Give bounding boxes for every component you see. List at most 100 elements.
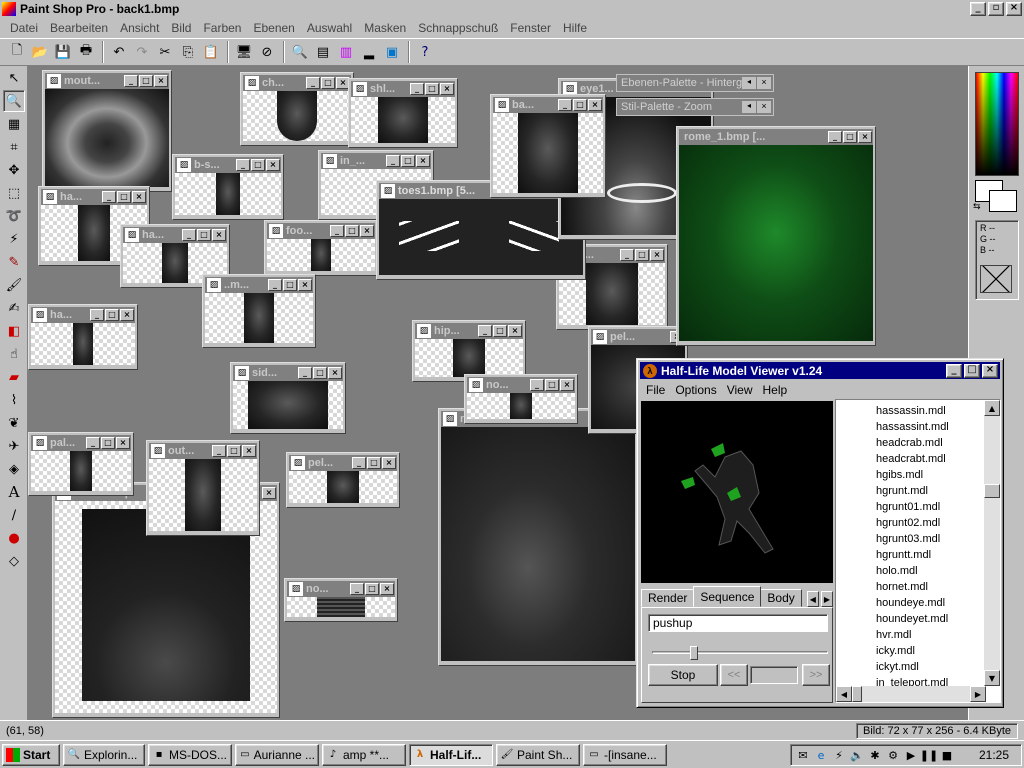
maximize-button[interactable]: □: [227, 445, 241, 457]
model-list[interactable]: hassassin.mdl hassassint.mdl headcrab.md…: [835, 399, 1001, 703]
airbrush-tool-icon[interactable]: ✈: [3, 435, 25, 457]
color-replacer-icon[interactable]: ◧: [3, 320, 25, 342]
image-window[interactable]: ▨ no... _ □ ×: [464, 374, 578, 424]
maximize-button[interactable]: □: [139, 75, 153, 87]
retouch-tool-icon[interactable]: ☝: [3, 343, 25, 365]
image-window[interactable]: ▨ ..m... _ □ ×: [202, 274, 316, 348]
scroll-down-icon[interactable]: ▼: [984, 670, 1000, 686]
minimize-button[interactable]: _: [330, 225, 344, 237]
color-palette-icon[interactable]: ▥: [335, 41, 357, 63]
image-window[interactable]: ▨ ba... _ □ ×: [490, 94, 606, 198]
list-item[interactable]: hvr.mdl: [836, 627, 986, 643]
close-button[interactable]: ×: [858, 131, 872, 143]
layers-palette[interactable]: Ebenen-Palette - Hintergr... ◂ ×: [616, 74, 774, 92]
close-button[interactable]: ×: [132, 191, 146, 203]
close-button[interactable]: ×: [298, 279, 312, 291]
menu-bearbeiten[interactable]: Bearbeiten: [44, 21, 114, 35]
list-item[interactable]: hgibs.mdl: [836, 467, 986, 483]
help-icon[interactable]: ?: [414, 41, 436, 63]
channel-icon[interactable]: ⚡: [831, 747, 847, 763]
menu-datei[interactable]: Datei: [4, 21, 44, 35]
maximize-button[interactable]: □: [545, 379, 559, 391]
maximize-button[interactable]: □: [251, 159, 265, 171]
scroll-left-icon[interactable]: ◀: [836, 686, 852, 702]
menu-fenster[interactable]: Fenster: [504, 21, 557, 35]
text-tool-icon[interactable]: A: [3, 481, 25, 503]
picture-tube-icon[interactable]: ❦: [3, 412, 25, 434]
minimize-button[interactable]: _: [558, 99, 572, 111]
maximize-button[interactable]: □: [843, 131, 857, 143]
speed-slider[interactable]: [652, 646, 828, 660]
minimize-button[interactable]: _: [182, 229, 196, 241]
style-palette[interactable]: Stil-Palette - Zoom ◂ ×: [616, 98, 774, 116]
list-item[interactable]: hgrunt03.mdl: [836, 531, 986, 547]
settings-icon[interactable]: ⚙: [885, 747, 901, 763]
image-window[interactable]: rome_1.bmp [... _ □ ×: [676, 126, 876, 346]
color-swatches[interactable]: ⇆: [973, 178, 1021, 214]
maximize-button[interactable]: □: [964, 363, 980, 378]
menu-ebenen[interactable]: Ebenen: [247, 21, 300, 35]
minimize-button[interactable]: _: [212, 445, 226, 457]
hlmv-window[interactable]: λ Half-Life Model Viewer v1.24 _ □ × Fil…: [636, 358, 1004, 708]
list-item[interactable]: hgrunt.mdl: [836, 483, 986, 499]
prev-frame-button[interactable]: <<: [720, 664, 748, 686]
close-button[interactable]: ×: [116, 437, 130, 449]
pin-icon[interactable]: ◂: [742, 77, 756, 89]
save-icon[interactable]: 💾: [52, 41, 74, 63]
image-window[interactable]: ▨ pal... _ □ ×: [28, 432, 134, 496]
ie-icon[interactable]: e: [813, 747, 829, 763]
minimize-button[interactable]: _: [90, 309, 104, 321]
play-icon[interactable]: ▶: [903, 747, 919, 763]
undo-icon[interactable]: ↶: [108, 41, 130, 63]
image-window[interactable]: ▨ hip... _ □ ×: [412, 320, 526, 382]
horizontal-scrollbar[interactable]: ◀ ▶: [836, 686, 986, 702]
image-window[interactable]: ▨ ha... _ □ ×: [28, 304, 138, 370]
stop-button[interactable]: Stop: [648, 664, 718, 686]
scroll-thumb[interactable]: [852, 686, 862, 702]
maximize-button[interactable]: □: [365, 583, 379, 595]
close-button[interactable]: ×: [757, 77, 771, 89]
image-window[interactable]: ▨ foo... _ □ ×: [264, 220, 378, 276]
no-capture-icon[interactable]: ⊘: [256, 41, 278, 63]
dropper-tool-icon[interactable]: ✎: [3, 251, 25, 273]
slider-thumb[interactable]: [690, 646, 698, 660]
shape-tool-icon[interactable]: ●: [3, 527, 25, 549]
lasso-tool-icon[interactable]: ➰: [3, 205, 25, 227]
image-window[interactable]: ▨no...: [438, 408, 638, 666]
task-aurianne[interactable]: ▭ Aurianne ...: [235, 743, 319, 766]
list-item[interactable]: hgrunt01.mdl: [836, 499, 986, 515]
scroll-thumb[interactable]: [984, 484, 1000, 498]
minimize-button[interactable]: _: [828, 131, 842, 143]
flood-fill-icon[interactable]: ◈: [3, 458, 25, 480]
close-button[interactable]: ×: [650, 249, 664, 261]
list-item[interactable]: ickyt.mdl: [836, 659, 986, 675]
eraser-tool-icon[interactable]: ▰: [3, 366, 25, 388]
minimize-button[interactable]: _: [298, 367, 312, 379]
selection-tool-icon[interactable]: ⬚: [3, 182, 25, 204]
close-button[interactable]: ×: [440, 83, 454, 95]
maximize-button[interactable]: □: [283, 279, 297, 291]
list-item[interactable]: in_teleport.mdl: [836, 675, 986, 686]
zoom-icon[interactable]: 🔍: [289, 41, 311, 63]
list-item[interactable]: hornet.mdl: [836, 579, 986, 595]
pause-icon[interactable]: ❚❚: [920, 747, 938, 763]
close-button[interactable]: ×: [560, 379, 574, 391]
list-item[interactable]: hassassint.mdl: [836, 419, 986, 435]
tab-body[interactable]: Body: [760, 589, 802, 607]
list-item[interactable]: houndeyet.mdl: [836, 611, 986, 627]
scroll-up-icon[interactable]: ▲: [984, 400, 1000, 416]
arrow-tool-icon[interactable]: ↖: [3, 67, 25, 89]
task-insane[interactable]: ▭ -[insane...: [583, 743, 667, 766]
maximize-button[interactable]: □: [425, 83, 439, 95]
menu-help[interactable]: Help: [758, 383, 793, 397]
minimize-button[interactable]: _: [530, 379, 544, 391]
volume-icon[interactable]: 🔈: [849, 747, 865, 763]
close-button[interactable]: ×: [328, 367, 342, 379]
maximize-button[interactable]: □: [493, 325, 507, 337]
close-button[interactable]: ×: [757, 101, 771, 113]
tab-sequence[interactable]: Sequence: [693, 586, 762, 607]
vertical-scrollbar[interactable]: ▲ ▼: [984, 400, 1000, 686]
menu-auswahl[interactable]: Auswahl: [301, 21, 358, 35]
menu-ansicht[interactable]: Ansicht: [114, 21, 165, 35]
draw-tool-icon[interactable]: ∕: [3, 504, 25, 526]
